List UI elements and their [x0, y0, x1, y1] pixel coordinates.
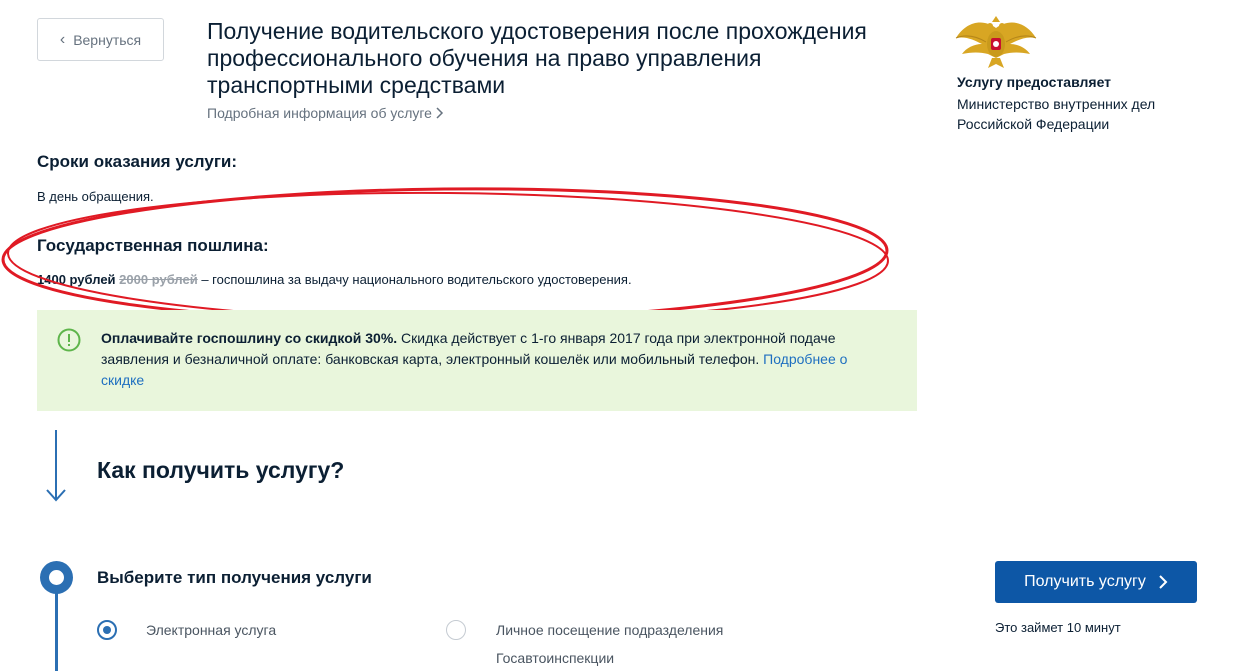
service-info-link-label: Подробная информация об услуге [207, 105, 432, 121]
fee-line: 1400 рублей 2000 рублей – госпошлина за … [37, 272, 632, 287]
back-button[interactable]: ‹ Вернуться [37, 18, 164, 61]
exclamation-circle-icon [57, 328, 81, 352]
service-info-link[interactable]: Подробная информация об услуге [207, 105, 444, 121]
fee-description: – госпошлина за выдачу национального вод… [197, 272, 632, 287]
chevron-right-icon [436, 107, 444, 119]
page-title: Получение водительского удостоверения по… [207, 18, 867, 98]
chevron-right-icon [1159, 575, 1168, 589]
chevron-left-icon: ‹ [59, 30, 66, 48]
option-electronic-label[interactable]: Электронная услуга [146, 622, 276, 638]
radio-electronic-service[interactable] [97, 620, 117, 640]
arrow-down-icon [46, 430, 66, 502]
radio-personal-visit[interactable] [446, 620, 466, 640]
get-service-button[interactable]: Получить услугу [995, 561, 1197, 603]
step-connector-line [55, 590, 58, 671]
discount-bold-text: Оплачивайте госпошлину со скидкой 30%. [101, 330, 398, 346]
option-personal-visit-label[interactable]: Личное посещение подразделения Госавтоин… [496, 616, 796, 671]
back-button-label: Вернуться [73, 31, 142, 48]
step-indicator [40, 561, 73, 594]
terms-text: В день обращения. [37, 189, 154, 204]
discount-notice: Оплачивайте госпошлину со скидкой 30%. С… [37, 310, 917, 411]
fee-old-price: 2000 рублей [119, 272, 198, 287]
terms-heading: Сроки оказания услуги: [37, 152, 238, 171]
time-estimate: Это займет 10 минут [995, 620, 1121, 635]
discount-text: Оплачивайте госпошлину со скидкой 30%. С… [101, 328, 861, 391]
fee-heading: Государственная пошлина: [37, 236, 269, 255]
provider-name: Министерство внутренних дел Российской Ф… [957, 96, 1156, 132]
how-to-get-heading: Как получить услугу? [97, 457, 345, 483]
fee-price: 1400 рублей [37, 272, 116, 287]
step-title: Выберите тип получения услуги [97, 568, 372, 587]
provider-label: Услугу предоставляет [957, 74, 1112, 90]
eagle-emblem-icon [955, 16, 1037, 68]
get-service-button-label: Получить услугу [1024, 573, 1146, 590]
